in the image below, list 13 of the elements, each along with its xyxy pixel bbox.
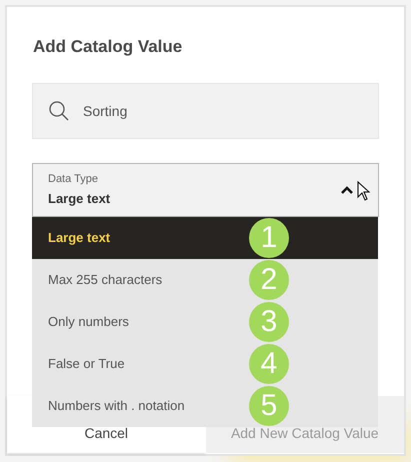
number-badge: 4	[249, 344, 289, 384]
number-badge: 3	[249, 302, 289, 342]
option-label: Large text	[48, 228, 110, 247]
number-badge: 1	[249, 218, 289, 258]
option-label: Numbers with . notation	[48, 396, 185, 415]
option-label: False or True	[48, 354, 125, 373]
number-badge: 5	[249, 386, 289, 426]
option-label: Only numbers	[48, 312, 129, 331]
option-label: Max 255 characters	[48, 270, 162, 289]
select-label: Data Type	[48, 172, 99, 186]
number-badge: 2	[249, 260, 289, 300]
select-value: Large text	[48, 190, 112, 208]
dialog-title: Add Catalog Value	[33, 36, 184, 58]
